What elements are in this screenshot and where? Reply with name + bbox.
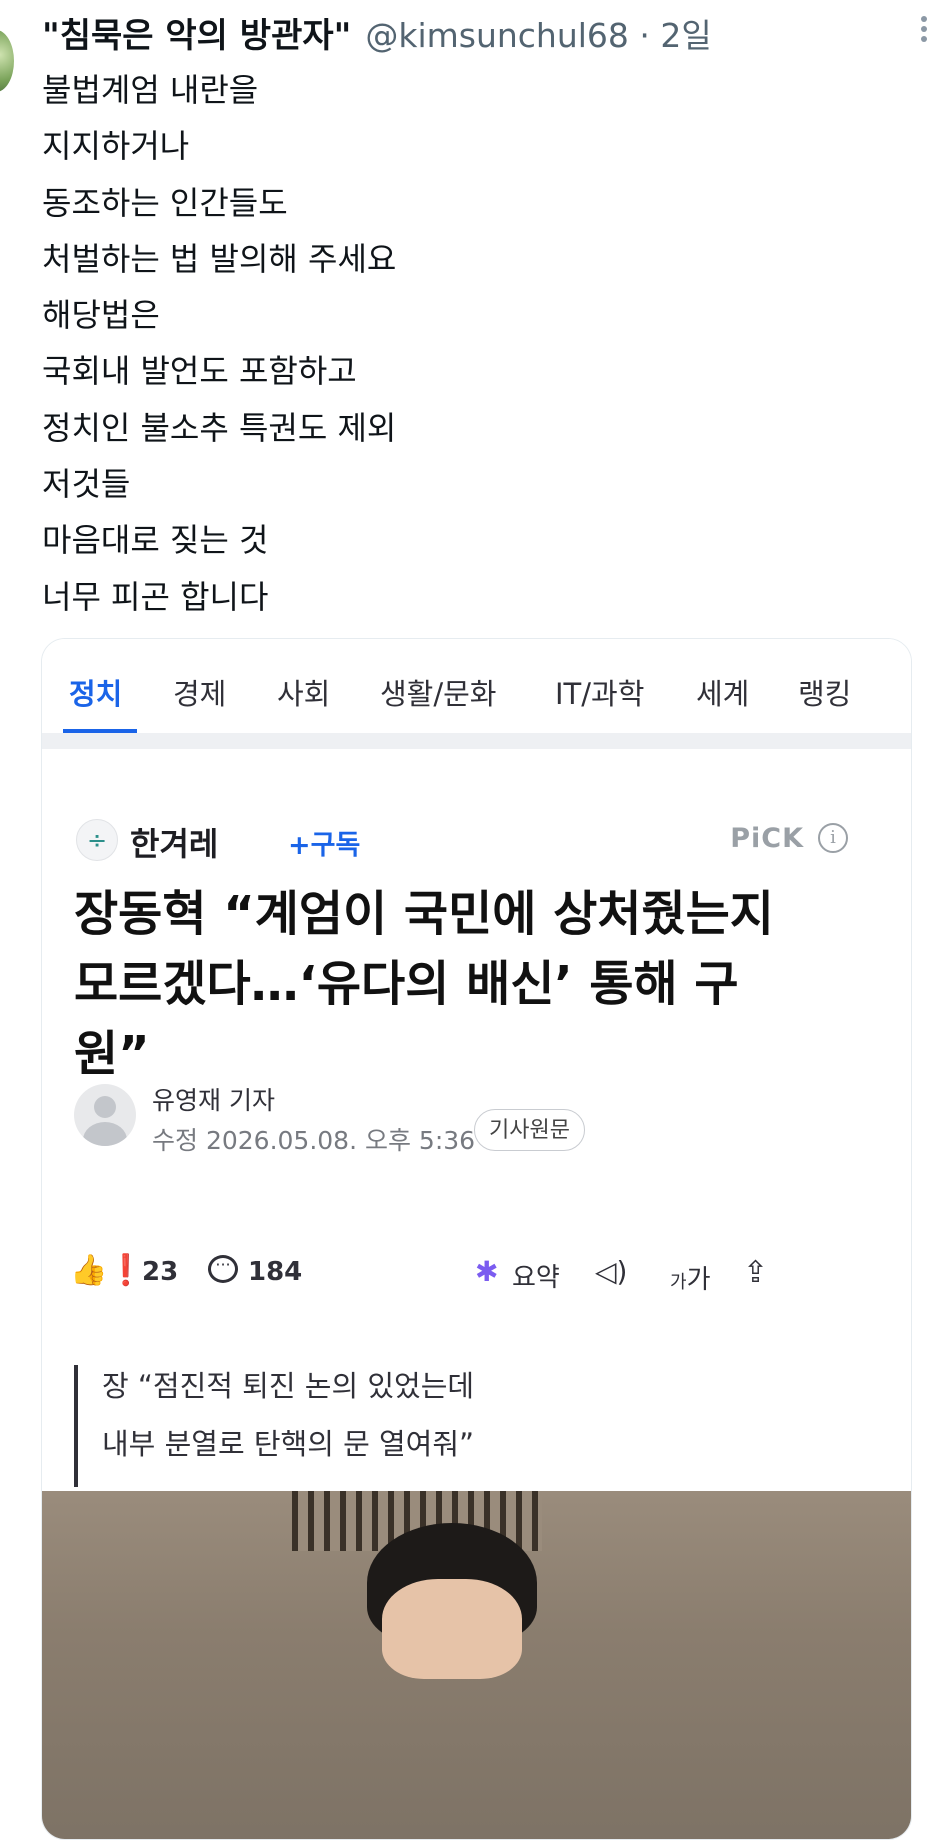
more-options-icon[interactable] (916, 12, 932, 52)
tweet-line: 해당법은 (42, 296, 160, 335)
tab-ranking[interactable]: 랭킹 (798, 671, 851, 713)
photo-person-face (382, 1579, 522, 1679)
subheading-line: 내부 분열로 탄핵의 문 열여줘” (102, 1427, 475, 1461)
article-subheading: 장 “점진적 퇴진 논의 있었는데 내부 분열로 탄핵의 문 열여줘” (102, 1357, 474, 1473)
info-icon[interactable]: i (818, 823, 848, 853)
comment-icon[interactable]: ··· (208, 1255, 238, 1283)
press-logo-icon[interactable]: ÷ (76, 819, 118, 861)
article-datetime[interactable]: 수정 2026.05.08. 오후 5:36⌵ (152, 1121, 494, 1157)
subscribe-button[interactable]: +구독 (288, 823, 360, 862)
article-action-bar: 👍❗ 23 ··· 184 ✱ 요약 ◁) 가가 ⇪ (70, 1249, 870, 1299)
headline-line: 원” (74, 1026, 150, 1082)
summary-button[interactable]: 요약 (512, 1257, 560, 1294)
tab-politics[interactable]: 정치 (69, 671, 122, 713)
tweet-time[interactable]: · 2일 (629, 16, 711, 55)
reporter-avatar[interactable] (74, 1084, 136, 1146)
headline-line: 장동혁 “계엄이 국민에 상처줬는지 (74, 886, 774, 942)
tweet-line: 처벌하는 법 발의해 주세요 (42, 239, 397, 278)
tab-world[interactable]: 세계 (696, 671, 749, 713)
user-avatar[interactable] (0, 30, 14, 92)
article-photo[interactable] (42, 1491, 911, 1839)
pick-badge: PiCK (730, 823, 804, 854)
section-divider (42, 733, 911, 749)
tweet-text: 불법계엄 내란을 지지하거나 동조하는 인간들도 처벌하는 법 발의해 주세요 … (42, 62, 602, 625)
font-size-button[interactable]: 가가 (670, 1259, 710, 1296)
reporter-name[interactable]: 유영재 기자 (152, 1081, 275, 1117)
attached-news-screenshot[interactable]: 정치 경제 사회 생활/문화 IT/과학 세계 랭킹 ÷ 한겨레 +구독 PiC… (41, 638, 912, 1840)
subheading-line: 장 “점진적 퇴진 논의 있었는데 (102, 1369, 475, 1403)
headline-line: 모르겠다…‘유다의 배신’ 통해 구 (74, 956, 739, 1012)
ai-summary-icon[interactable]: ✱ (475, 1255, 498, 1288)
tab-society[interactable]: 사회 (277, 671, 330, 713)
quote-bar (74, 1365, 78, 1487)
tweet-header: "침묵은 악의 방관자" @kimsunchul68 · 2일 (42, 8, 926, 58)
font-size-large-label: 가 (686, 1265, 711, 1295)
press-name[interactable]: 한겨레 (130, 819, 218, 865)
font-size-small-label: 가 (670, 1272, 687, 1293)
tab-it-science[interactable]: IT/과학 (555, 671, 644, 713)
tab-life-culture[interactable]: 생활/문화 (380, 671, 497, 713)
tweet-line: 너무 피곤 합니다 (42, 577, 269, 616)
tweet-line: 지지하거나 (42, 127, 190, 166)
speaker-icon[interactable]: ◁) (595, 1255, 627, 1288)
tweet-line: 국회내 발언도 포함하고 (42, 352, 357, 391)
reaction-count: 23 (142, 1257, 179, 1287)
press-row: ÷ 한겨레 +구독 PiCK i (76, 817, 876, 863)
share-icon[interactable]: ⇪ (743, 1255, 768, 1290)
tweet-line: 정치인 불소추 특권도 제외 (42, 408, 397, 447)
user-handle[interactable]: @kimsunchul68 (365, 16, 629, 55)
tweet-line: 저것들 (42, 465, 131, 504)
article-headline: 장동혁 “계엄이 국민에 상처줬는지 모르겠다…‘유다의 배신’ 통해 구 원” (74, 879, 864, 1089)
tweet-line: 마음대로 짖는 것 (42, 521, 269, 560)
tab-economy[interactable]: 경제 (173, 671, 226, 713)
tweet-line: 동조하는 인간들도 (42, 183, 288, 222)
original-article-button[interactable]: 기사원문 (474, 1109, 585, 1151)
tweet-line: 불법계엄 내란을 (42, 71, 259, 109)
news-category-nav: 정치 경제 사회 생활/문화 IT/과학 세계 랭킹 (42, 639, 911, 733)
comment-count[interactable]: 184 (248, 1257, 302, 1287)
reaction-icon[interactable]: 👍❗ (70, 1253, 145, 1288)
datetime-text: 수정 2026.05.08. 오후 5:36 (152, 1126, 476, 1155)
display-name[interactable]: "침묵은 악의 방관자" (42, 16, 351, 56)
